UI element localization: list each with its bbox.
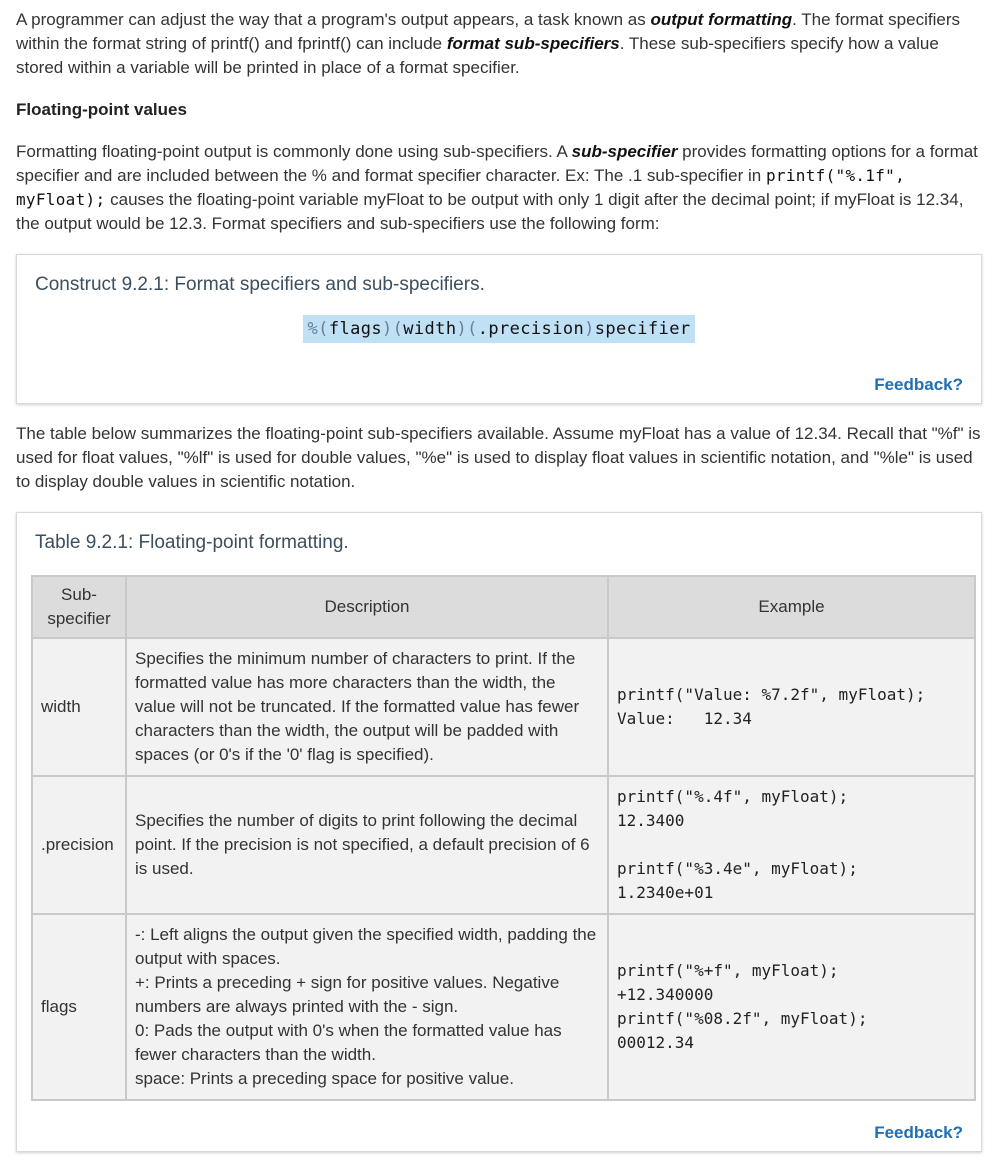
header-description: Description (125, 575, 609, 639)
example-output: 00012.34 (617, 1033, 695, 1052)
term-format-sub-specifiers: format sub-specifiers (446, 34, 620, 53)
construct-title: Construct 9.2.1: Format specifiers and s… (35, 274, 485, 295)
row-sub-specifier: flags (31, 913, 127, 1101)
construct-card: Construct 9.2.1: Format specifiers and s… (16, 254, 982, 404)
row-sub-specifier: width (31, 637, 127, 777)
example-line: printf("Value: %7.2f", myFloat); (617, 685, 926, 704)
flag-left-align: -: Left aligns the output given the spec… (135, 925, 597, 968)
para2-text-1: Formatting floating-point output is comm… (16, 142, 572, 161)
header-example: Example (607, 575, 976, 639)
table-row: width Specifies the minimum number of ch… (31, 637, 976, 777)
table-card: Table 9.2.1: Floating-point formatting. … (16, 512, 982, 1152)
row-example: printf("%+f", myFloat); +12.340000 printf(… (607, 913, 976, 1101)
example-line: printf("%3.4e", myFloat); (617, 859, 858, 878)
table-row: flags -: Left aligns the output given th… (31, 913, 976, 1101)
syntax-precision: .precision (477, 319, 585, 339)
row-description: Specifies the minimum number of characte… (125, 637, 609, 777)
example-output: 1.2340e+01 (617, 883, 714, 902)
row-example: printf("Value: %7.2f", myFloat); Value: 1… (607, 637, 976, 777)
example-output: 12.3400 (617, 811, 685, 830)
syntax-specifier: specifier (594, 319, 691, 339)
table-intro-paragraph: The table below summarizes the floating-… (16, 424, 981, 491)
header-sub-specifier: Sub-specifier (31, 575, 127, 639)
subspecifier-paragraph: Formatting floating-point output is comm… (16, 140, 982, 236)
term-sub-specifier: sub-specifier (571, 142, 678, 161)
example-line: printf("%+f", myFloat); (617, 961, 839, 980)
table-row: .precision Specifies the number of digit… (31, 775, 976, 915)
syntax-percent: % (307, 319, 319, 339)
syntax-width: width (403, 319, 457, 339)
intro-paragraph: A programmer can adjust the way that a p… (16, 8, 982, 80)
section-heading: Floating-point values (16, 100, 187, 119)
row-description: -: Left aligns the output given the spec… (125, 913, 609, 1101)
table-header-row: Sub-specifier Description Example (31, 575, 976, 639)
page: A programmer can adjust the way that a p… (0, 0, 996, 1152)
table-feedback-link[interactable]: Feedback? (874, 1123, 963, 1143)
row-sub-specifier: .precision (31, 775, 127, 915)
row-description: Specifies the number of digits to print … (125, 775, 609, 915)
flag-space: space: Prints a preceding space for posi… (135, 1069, 514, 1088)
syntax-box: %(flags)(width)(.precision)specifier (302, 315, 696, 343)
example-line: printf("%08.2f", myFloat); (617, 1009, 868, 1028)
example-gap (617, 833, 966, 857)
term-output-formatting: output formatting (650, 10, 793, 29)
formatting-table: Sub-specifier Description Example width … (31, 575, 976, 1101)
example-output: +12.340000 (617, 985, 714, 1004)
construct-syntax: %(flags)(width)(.precision)specifier (35, 315, 963, 343)
row-example: printf("%.4f", myFloat); 12.3400 printf("%… (607, 775, 976, 915)
para2-text-3: causes the floating-point variable myFlo… (16, 190, 964, 233)
table-title: Table 9.2.1: Floating-point formatting. (35, 532, 349, 553)
flag-zero: 0: Pads the output with 0's when the for… (135, 1021, 562, 1064)
flag-plus: +: Prints a preceding + sign for positiv… (135, 973, 560, 1016)
example-output: Value: 12.34 (617, 709, 752, 728)
intro-text-1: A programmer can adjust the way that a p… (16, 10, 651, 29)
example-line: printf("%.4f", myFloat); (617, 787, 849, 806)
construct-feedback-link[interactable]: Feedback? (874, 375, 963, 395)
syntax-flags: flags (328, 319, 382, 339)
